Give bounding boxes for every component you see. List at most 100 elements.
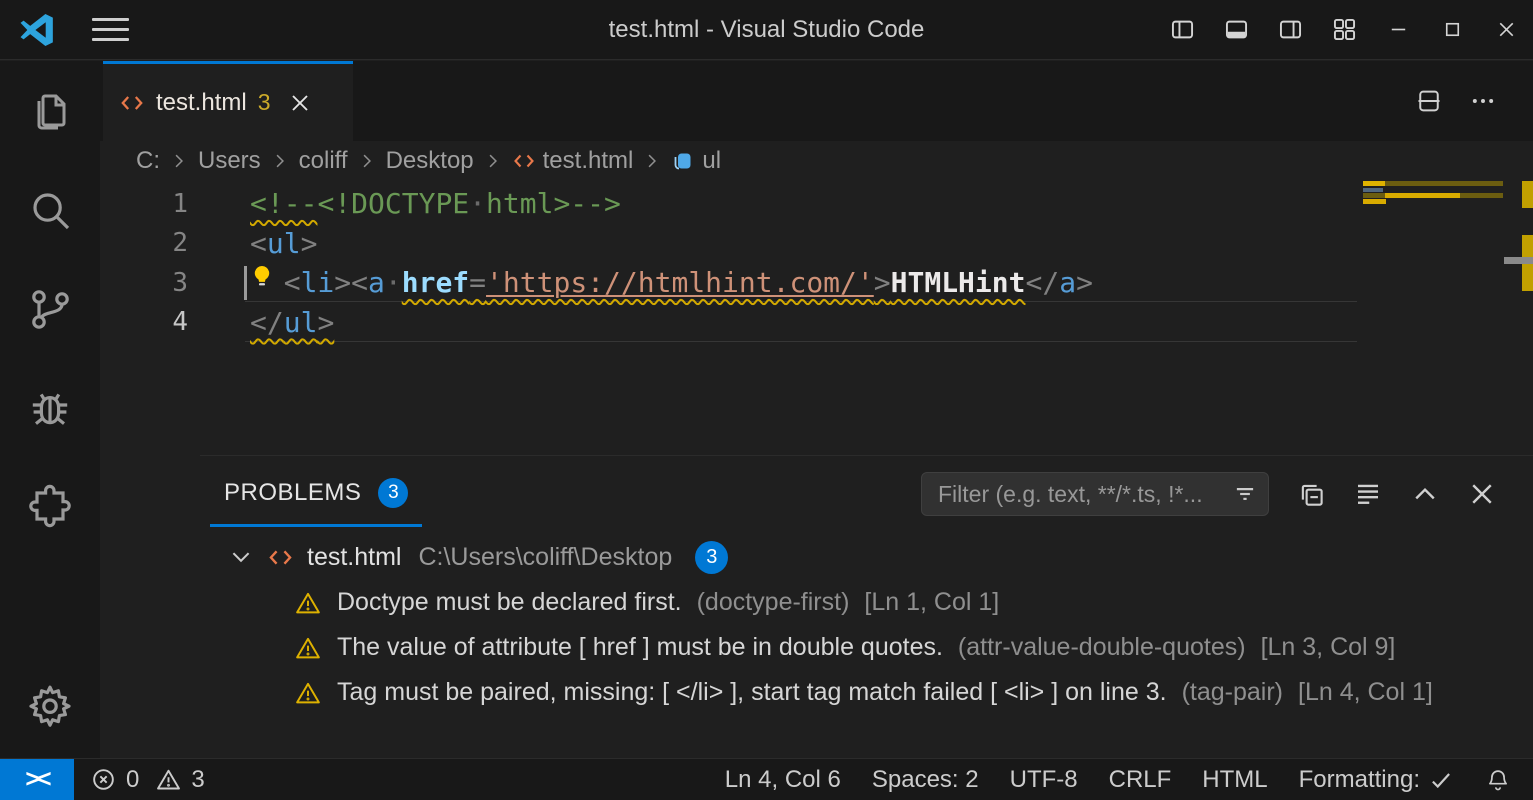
- problems-list: test.html C:\Users\coliff\Desktop 3 Doct…: [200, 532, 1533, 715]
- error-count: 0: [126, 766, 139, 794]
- overview-ruler[interactable]: [1504, 181, 1533, 455]
- breadcrumb-label: Desktop: [386, 147, 474, 175]
- chevron-down-icon[interactable]: [228, 544, 254, 570]
- split-editor-icon[interactable]: [1415, 87, 1443, 115]
- remote-indicator[interactable]: ><: [0, 759, 74, 800]
- close-panel-icon[interactable]: [1467, 479, 1497, 509]
- status-notifications[interactable]: [1485, 767, 1511, 793]
- status-label: Ln 4, Col 6: [725, 766, 841, 794]
- lightbulb-icon[interactable]: [249, 261, 275, 291]
- line-number: 4: [100, 307, 188, 337]
- problems-status[interactable]: 0 3: [90, 766, 205, 794]
- line-number: 3: [100, 268, 188, 298]
- html-file-icon: [119, 90, 145, 116]
- breadcrumb-label: coliff: [299, 147, 348, 175]
- warning-icon: [294, 589, 322, 617]
- breadcrumb-item-test-html[interactable]: test.html: [512, 147, 634, 175]
- breadcrumb-label: ul: [702, 147, 721, 175]
- status-cursor-position[interactable]: Ln 4, Col 6: [725, 766, 841, 794]
- customize-layout-icon[interactable]: [1317, 0, 1371, 59]
- line-number: 2: [100, 228, 188, 258]
- file-name: test.html: [307, 543, 401, 572]
- activity-bar-item-extensions[interactable]: [26, 483, 74, 531]
- activity-bar-item-search[interactable]: [26, 186, 74, 234]
- status-encoding[interactable]: UTF-8: [1010, 766, 1078, 794]
- problem-row[interactable]: The value of attribute [ href ] must be …: [200, 625, 1533, 670]
- problems-tab-label: PROBLEMS: [224, 479, 361, 507]
- collapse-all-icon[interactable]: [1296, 479, 1326, 509]
- code-editor[interactable]: 1<!--<!DOCTYPE·html>-->2<ul>3 <li><a·hre…: [100, 181, 1533, 455]
- toggle-secondary-sidebar-icon[interactable]: [1263, 0, 1317, 59]
- editor-area: test.html 3 C: Users coliff Desktop test.htm…: [100, 61, 1533, 758]
- problem-row[interactable]: Tag must be paired, missing: [ </li> ], …: [200, 670, 1533, 715]
- problems-filter: [921, 472, 1269, 516]
- breadcrumb-label: C:: [136, 147, 160, 175]
- more-actions-icon[interactable]: [1469, 87, 1497, 115]
- breadcrumb-label: test.html: [543, 147, 634, 175]
- problem-message: The value of attribute [ href ] must be …: [337, 633, 943, 662]
- breadcrumb-separator-icon: [270, 151, 290, 171]
- maximize-button[interactable]: [1425, 0, 1479, 59]
- remote-icon: ><: [25, 765, 48, 794]
- close-window-button[interactable]: [1479, 0, 1533, 59]
- activity-bar-item-run-debug[interactable]: [26, 384, 74, 432]
- file-path: C:\Users\coliff\Desktop: [418, 543, 672, 572]
- files-icon: [26, 87, 74, 135]
- warning-icon: [294, 679, 322, 707]
- toggle-panel-icon[interactable]: [1209, 0, 1263, 59]
- breadcrumb-item-users[interactable]: Users: [198, 147, 261, 175]
- html-file-icon: [267, 544, 294, 571]
- vscode-logo-icon: [18, 11, 56, 49]
- panel-header: PROBLEMS 3: [200, 456, 1533, 532]
- code-line-2[interactable]: 2<ul>: [100, 224, 1533, 264]
- minimize-button[interactable]: [1371, 0, 1425, 59]
- status-label: Spaces: 2: [872, 766, 979, 794]
- toggle-primary-sidebar-icon[interactable]: [1155, 0, 1209, 59]
- breadcrumb-separator-icon: [357, 151, 377, 171]
- status-bar: >< 0 3 Ln 4, Col 6 Spaces: 2 UTF-8 CRLF HTML…: [0, 758, 1533, 800]
- breadcrumb-item-coliff[interactable]: coliff: [299, 147, 348, 175]
- symbol-ul-icon: [671, 149, 695, 173]
- problem-message: Doctype must be declared first.: [337, 588, 682, 617]
- status-eol[interactable]: CRLF: [1109, 766, 1172, 794]
- problem-rule: (attr-value-double-quotes): [958, 633, 1246, 662]
- status-formatting[interactable]: Formatting:: [1299, 766, 1454, 794]
- status-label: CRLF: [1109, 766, 1172, 794]
- breadcrumb-item-c-[interactable]: C:: [136, 147, 160, 175]
- filter-icon[interactable]: [1232, 481, 1258, 507]
- tab-test-html[interactable]: test.html 3: [103, 61, 353, 141]
- warning-icon: [294, 634, 322, 662]
- problem-row[interactable]: Doctype must be declared first.(doctype-…: [200, 580, 1533, 625]
- breadcrumb-label: Users: [198, 147, 261, 175]
- activity-bar-item-source-control[interactable]: [26, 285, 74, 333]
- tab-problems[interactable]: PROBLEMS 3: [210, 461, 422, 527]
- minimap[interactable]: [1363, 181, 1503, 241]
- warning-count: 3: [191, 766, 204, 794]
- problems-file-row[interactable]: test.html C:\Users\coliff\Desktop 3: [200, 534, 1533, 580]
- code-line-1[interactable]: 1<!--<!DOCTYPE·html>-->: [100, 184, 1533, 224]
- activity-bar: [0, 61, 100, 758]
- activity-bar-item-explorer[interactable]: [26, 87, 74, 135]
- code-line-4[interactable]: 4</ul>: [100, 303, 1533, 343]
- panel-actions: [921, 472, 1533, 516]
- tab-label: test.html: [156, 89, 247, 117]
- activity-bar-item-settings[interactable]: [26, 682, 74, 730]
- search-icon: [26, 186, 74, 234]
- breadcrumb: C: Users coliff Desktop test.html ul: [100, 141, 1533, 181]
- extensions-icon: [26, 483, 74, 531]
- menu-icon[interactable]: [92, 18, 129, 41]
- maximize-panel-icon[interactable]: [1410, 479, 1440, 509]
- window-controls: [1155, 0, 1533, 59]
- status-label: UTF-8: [1010, 766, 1078, 794]
- filter-input[interactable]: [936, 480, 1232, 509]
- tab-bar: test.html 3: [100, 61, 1533, 141]
- breadcrumb-item-ul[interactable]: ul: [671, 147, 721, 175]
- view-as-list-icon[interactable]: [1353, 479, 1383, 509]
- code-line-3[interactable]: 3 <li><a·href='https://htmlhint.com/'>HT…: [100, 263, 1533, 303]
- error-icon: [90, 766, 117, 793]
- breadcrumb-item-desktop[interactable]: Desktop: [386, 147, 474, 175]
- status-indentation[interactable]: Spaces: 2: [872, 766, 979, 794]
- status-language-mode[interactable]: HTML: [1202, 766, 1267, 794]
- problem-position: [Ln 4, Col 1]: [1298, 678, 1433, 707]
- close-tab-icon[interactable]: [288, 91, 312, 115]
